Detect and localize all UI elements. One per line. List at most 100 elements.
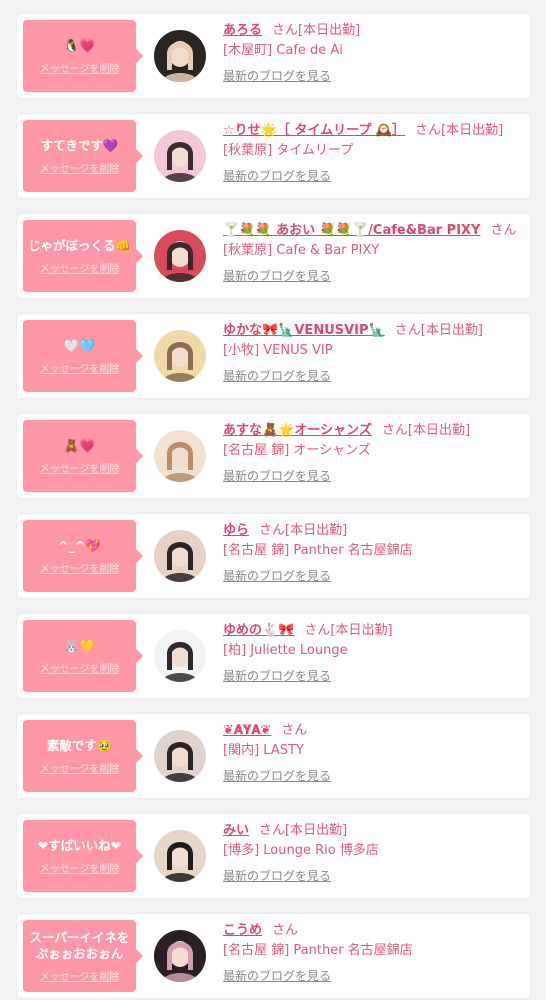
- latest-blog-link[interactable]: 最新のブログを見る: [223, 66, 524, 86]
- latest-blog-link[interactable]: 最新のブログを見る: [223, 866, 524, 886]
- delete-message-link[interactable]: メッセージを削除: [40, 160, 120, 175]
- delete-message-link[interactable]: メッセージを削除: [40, 860, 120, 875]
- list-item: ❤すばいいね❤ メッセージを削除 みい さん[本日出勤] [博多] Lounge …: [17, 814, 530, 898]
- avatar[interactable]: [154, 530, 206, 582]
- avatar-photo: [154, 730, 206, 782]
- cast-info: あすな🧸🌟オーシャンズ さん[本日出勤] [名古屋 錦] オーシャンズ 最新のブロ…: [223, 421, 524, 486]
- latest-blog-link[interactable]: 最新のブログを見る: [223, 966, 524, 986]
- status-badge: [本日出勤]: [420, 323, 483, 338]
- cast-name-link[interactable]: 🍸💐💐 あおい 💐💐🍸/Cafe&Bar PIXY: [223, 223, 480, 238]
- list-item: 素敵です🥹 メッセージを削除 ❦𝐀𝐘𝐀❦ さん [関内] LASTY 最新のブログ…: [17, 714, 530, 798]
- delete-message-link[interactable]: メッセージを削除: [40, 360, 120, 375]
- avatar[interactable]: [154, 30, 206, 82]
- san-suffix: さん: [394, 323, 421, 338]
- avatar[interactable]: [154, 830, 206, 882]
- cast-name-link[interactable]: みい: [223, 823, 249, 838]
- status-badge: [本日出勤]: [285, 523, 348, 538]
- san-suffix: さん: [259, 523, 286, 538]
- shop-label: [名古屋 錦] オーシャンズ: [223, 443, 371, 458]
- latest-blog-link[interactable]: 最新のブログを見る: [223, 366, 524, 386]
- status-badge: [本日出勤]: [298, 23, 361, 38]
- message-text: 🧸💗: [63, 437, 96, 453]
- latest-blog-link[interactable]: 最新のブログを見る: [223, 166, 524, 186]
- cast-info: みい さん[本日出勤] [博多] Lounge Rio 博多店 最新のブログを見る: [223, 821, 524, 886]
- message-bubble: 🧸💗 メッセージを削除: [23, 420, 143, 492]
- cast-name-link[interactable]: ゆかな🎀🗽VENUSVIP🗽: [223, 323, 385, 338]
- avatar-photo: [154, 630, 206, 682]
- list-item: 🧸💗 メッセージを削除 あすな🧸🌟オーシャンズ さん[本日出勤] [名古屋 錦] …: [17, 414, 530, 498]
- message-text: ❤すばいいね❤: [37, 837, 122, 853]
- message-text: 素敵です🥹: [46, 737, 113, 753]
- san-suffix: さん: [259, 823, 286, 838]
- status-badge: [本日出勤]: [330, 623, 393, 638]
- cast-name-link[interactable]: ☆りせ🌟［ タイムリープ 🕰️］: [223, 123, 405, 138]
- delete-message-link[interactable]: メッセージを削除: [40, 260, 120, 275]
- cast-name-link[interactable]: ゆら: [223, 523, 249, 538]
- shop-label: [博多] Lounge Rio 博多店: [223, 843, 379, 858]
- list-item: 🤍🩵 メッセージを削除 ゆかな🎀🗽VENUSVIP🗽 さん[本日出勤] [小牧] …: [17, 314, 530, 398]
- avatar-photo: [154, 30, 206, 82]
- delete-message-link[interactable]: メッセージを削除: [40, 968, 120, 983]
- san-suffix: さん: [272, 923, 299, 938]
- cast-info: ❦𝐀𝐘𝐀❦ さん [関内] LASTY 最新のブログを見る: [223, 721, 524, 786]
- latest-blog-link[interactable]: 最新のブログを見る: [223, 266, 524, 286]
- list-item: 🐧💗 メッセージを削除 あろる さん[本日出勤] [木屋町] Cafe de Ai…: [17, 14, 530, 98]
- shop-label: [関内] LASTY: [223, 743, 304, 758]
- message-text: 🤍🩵: [63, 337, 96, 353]
- san-suffix: さん: [490, 223, 517, 238]
- shop-label: [柏] Juliette Lounge: [223, 643, 348, 658]
- cast-name-link[interactable]: ❦𝐀𝐘𝐀❦: [223, 723, 271, 738]
- delete-message-link[interactable]: メッセージを削除: [40, 760, 120, 775]
- message-text: 🐧💗: [63, 37, 96, 53]
- shop-label: [秋葉原] Cafe & Bar PIXY: [223, 243, 380, 258]
- cast-name-link[interactable]: こうめ: [223, 923, 262, 938]
- latest-blog-link[interactable]: 最新のブログを見る: [223, 666, 524, 686]
- list-item: すてきです💜 メッセージを削除 ☆りせ🌟［ タイムリープ 🕰️］ さん[本日出勤]…: [17, 114, 530, 198]
- avatar-photo: [154, 330, 206, 382]
- message-text: スーパーイイネを ぷぉぉおおぉん: [29, 929, 130, 961]
- latest-blog-link[interactable]: 最新のブログを見る: [223, 766, 524, 786]
- cast-info: あろる さん[本日出勤] [木屋町] Cafe de Ai 最新のブログを見る: [223, 21, 524, 86]
- list-item: ^_^💖 メッセージを削除 ゆら さん[本日出勤] [名古屋 錦] Panther…: [17, 514, 530, 598]
- cast-info: ☆りせ🌟［ タイムリープ 🕰️］ さん[本日出勤] [秋葉原] タイムリープ 最新…: [223, 121, 524, 186]
- avatar-photo: [154, 830, 206, 882]
- latest-blog-link[interactable]: 最新のブログを見る: [223, 466, 524, 486]
- delete-message-link[interactable]: メッセージを削除: [40, 660, 120, 675]
- avatar[interactable]: [154, 630, 206, 682]
- message-bubble: 🐰💛 メッセージを削除: [23, 620, 143, 692]
- avatar[interactable]: [154, 730, 206, 782]
- cast-name-link[interactable]: あろる: [223, 23, 262, 38]
- avatar[interactable]: [154, 930, 206, 982]
- san-suffix: さん: [381, 423, 408, 438]
- message-bubble: じゃがぼっくる👊 メッセージを削除: [23, 220, 143, 292]
- cast-info: 🍸💐💐 あおい 💐💐🍸/Cafe&Bar PIXY さん [秋葉原] Cafe &…: [223, 221, 524, 286]
- avatar[interactable]: [154, 330, 206, 382]
- message-text: じゃがぼっくる👊: [28, 237, 131, 253]
- list-item: じゃがぼっくる👊 メッセージを削除 🍸💐💐 あおい 💐💐🍸/Cafe&Bar P…: [17, 214, 530, 298]
- avatar-photo: [154, 230, 206, 282]
- favorites-list: 🐧💗 メッセージを削除 あろる さん[本日出勤] [木屋町] Cafe de Ai…: [0, 0, 546, 998]
- delete-message-link[interactable]: メッセージを削除: [40, 60, 120, 75]
- san-suffix: さん: [304, 623, 331, 638]
- latest-blog-link[interactable]: 最新のブログを見る: [223, 566, 524, 586]
- message-text: 🐰💛: [63, 637, 96, 653]
- message-bubble: 素敵です🥹 メッセージを削除: [23, 720, 143, 792]
- message-bubble: 🤍🩵 メッセージを削除: [23, 320, 143, 392]
- delete-message-link[interactable]: メッセージを削除: [40, 460, 120, 475]
- cast-name-link[interactable]: あすな🧸🌟オーシャンズ: [223, 423, 372, 438]
- cast-name-link[interactable]: ゆめの🐇🎀: [223, 623, 294, 638]
- shop-label: [小牧] VENUS VIP: [223, 343, 333, 358]
- status-badge: [本日出勤]: [407, 423, 471, 438]
- message-bubble: ^_^💖 メッセージを削除: [23, 520, 143, 592]
- avatar[interactable]: [154, 430, 206, 482]
- avatar[interactable]: [154, 230, 206, 282]
- san-suffix: さん: [415, 123, 442, 138]
- cast-info: ゆめの🐇🎀 さん[本日出勤] [柏] Juliette Lounge 最新のブログ…: [223, 621, 524, 686]
- delete-message-link[interactable]: メッセージを削除: [40, 560, 120, 575]
- cast-info: ゆかな🎀🗽VENUSVIP🗽 さん[本日出勤] [小牧] VENUS VIP 最新…: [223, 321, 524, 386]
- message-bubble: ❤すばいいね❤ メッセージを削除: [23, 820, 143, 892]
- list-item: スーパーイイネを ぷぉぉおおぉん メッセージを削除 こうめ さん [名古屋 錦] …: [17, 914, 530, 998]
- message-bubble: スーパーイイネを ぷぉぉおおぉん メッセージを削除: [23, 920, 143, 992]
- avatar[interactable]: [154, 130, 206, 182]
- message-bubble: 🐧💗 メッセージを削除: [23, 20, 143, 92]
